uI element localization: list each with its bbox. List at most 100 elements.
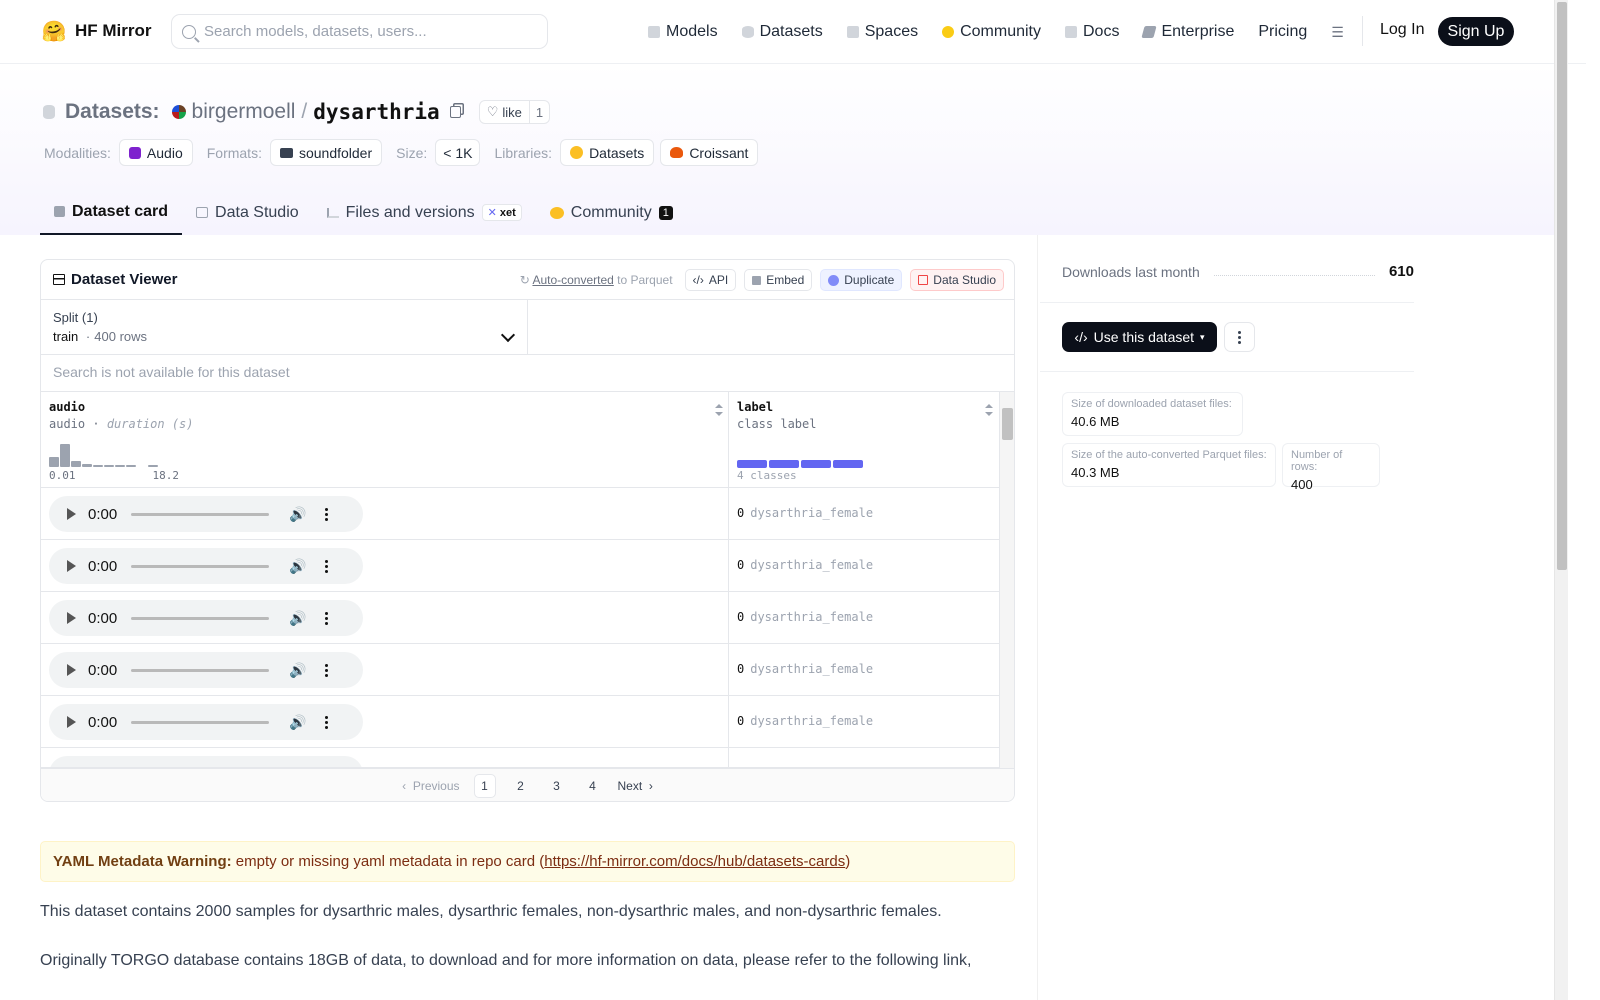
- kebab-icon[interactable]: [324, 715, 328, 729]
- play-icon[interactable]: [67, 612, 76, 624]
- audio-progress-track[interactable]: [131, 668, 270, 672]
- previous-page-button[interactable]: ‹ Previous: [402, 774, 459, 798]
- histogram-bar[interactable]: [137, 466, 147, 467]
- play-icon[interactable]: [67, 664, 76, 676]
- histogram-bar[interactable]: [71, 461, 81, 467]
- audio-progress-track[interactable]: [131, 616, 270, 620]
- histogram-bar[interactable]: [115, 465, 125, 467]
- nav-spaces[interactable]: Spaces: [846, 18, 918, 46]
- audio-player[interactable]: 0:00 🔊: [49, 496, 363, 532]
- data-studio-button[interactable]: Data Studio: [910, 269, 1004, 291]
- split-selector[interactable]: Split (1) train · 400 rows: [41, 300, 528, 355]
- nav-models[interactable]: Models: [648, 18, 718, 46]
- more-options-button[interactable]: [1224, 322, 1255, 352]
- like-button[interactable]: ♡ like 1: [478, 100, 551, 124]
- tag-croissant[interactable]: Croissant: [660, 139, 759, 166]
- tab-data-studio[interactable]: Data Studio: [182, 190, 313, 235]
- audio-player[interactable]: 0:00 🔊: [49, 548, 363, 584]
- volume-icon[interactable]: 🔊: [289, 506, 306, 523]
- volume-icon[interactable]: 🔊: [289, 610, 306, 627]
- histogram-ticks: 0.01 18.2: [49, 469, 179, 482]
- play-icon[interactable]: [67, 508, 76, 520]
- class-bar[interactable]: [801, 460, 831, 468]
- sort-icon[interactable]: [985, 404, 993, 416]
- section-label[interactable]: Datasets:: [65, 100, 160, 124]
- column-header-label[interactable]: label class label 4 classes: [729, 392, 999, 488]
- tag-datasets[interactable]: Datasets: [560, 139, 655, 166]
- audio-player[interactable]: [49, 756, 363, 767]
- column-name: audio: [49, 400, 86, 414]
- histogram-bar[interactable]: [148, 465, 158, 467]
- sort-icon[interactable]: [715, 404, 723, 416]
- histogram-bar[interactable]: [60, 444, 70, 467]
- play-icon[interactable]: [67, 560, 76, 572]
- kebab-icon[interactable]: [324, 611, 328, 625]
- nav-datasets[interactable]: Datasets: [741, 18, 823, 46]
- audio-player[interactable]: 0:00 🔊: [49, 652, 363, 688]
- like-count[interactable]: 1: [530, 105, 549, 120]
- column-header-audio[interactable]: audio audio · duration (s) 0.01 18.2: [41, 392, 729, 488]
- nav-docs[interactable]: Docs: [1065, 18, 1119, 46]
- sidebar-separator: [1040, 302, 1414, 303]
- use-dataset-button[interactable]: ‹/› Use this dataset ▾: [1062, 322, 1217, 352]
- tag-soundfolder[interactable]: soundfolder: [269, 139, 383, 166]
- page-1[interactable]: 1: [473, 774, 496, 798]
- column-type-label: audio: [49, 417, 86, 431]
- tab-files[interactable]: Files and versions ✕ xet: [313, 190, 536, 235]
- like-main[interactable]: ♡ like: [480, 101, 530, 123]
- audio-progress-track[interactable]: [131, 512, 270, 516]
- kebab-icon[interactable]: [324, 507, 328, 521]
- histogram-bar[interactable]: [82, 464, 92, 467]
- page-scrollbar-thumb[interactable]: [1557, 2, 1567, 570]
- repo-name[interactable]: dysarthria: [313, 100, 439, 124]
- audio-icon: [128, 146, 141, 159]
- page-4[interactable]: 4: [582, 774, 604, 798]
- volume-icon[interactable]: 🔊: [289, 662, 306, 679]
- kebab-icon[interactable]: [324, 559, 328, 573]
- page-2[interactable]: 2: [510, 774, 532, 798]
- copy-icon[interactable]: [449, 106, 461, 118]
- search-input[interactable]: Search models, datasets, users...: [171, 14, 548, 49]
- audio-progress-track[interactable]: [131, 720, 270, 724]
- play-icon[interactable]: [67, 716, 76, 728]
- login-link[interactable]: Log In: [1380, 21, 1424, 39]
- histogram-bar[interactable]: [93, 465, 103, 467]
- tag-size[interactable]: < 1K: [435, 139, 481, 166]
- scrollbar-thumb[interactable]: [1002, 408, 1013, 440]
- auto-converted-link[interactable]: Auto-converted: [532, 273, 613, 287]
- nav-more[interactable]: ☰: [1331, 18, 1344, 46]
- histogram-bar[interactable]: [104, 465, 114, 467]
- signup-button[interactable]: Sign Up: [1438, 17, 1514, 46]
- histogram-bar[interactable]: [126, 465, 136, 467]
- table-scrollbar[interactable]: [999, 392, 1014, 768]
- tab-community[interactable]: Community 1: [536, 190, 687, 235]
- class-bar[interactable]: [833, 460, 863, 468]
- audio-progress-track[interactable]: [131, 564, 270, 568]
- class-bar[interactable]: [769, 460, 799, 468]
- histogram-bar[interactable]: [49, 457, 59, 467]
- volume-icon[interactable]: 🔊: [289, 714, 306, 731]
- api-button[interactable]: ‹/› API: [684, 269, 737, 291]
- nav-community[interactable]: Community: [942, 18, 1041, 46]
- audio-player[interactable]: 0:00 🔊: [49, 704, 363, 740]
- repo-tabs: Dataset card Data Studio Files and versi…: [40, 190, 687, 235]
- embed-button[interactable]: Embed: [744, 269, 813, 291]
- duplicate-button[interactable]: Duplicate: [820, 269, 903, 291]
- brand-logo[interactable]: 🤗 HF Mirror: [41, 18, 152, 44]
- repo-owner[interactable]: birgermoell: [192, 100, 296, 124]
- class-bar[interactable]: [737, 460, 767, 468]
- duration-histogram: [49, 439, 158, 467]
- search-icon: [182, 24, 196, 39]
- page-scrollbar[interactable]: [1554, 0, 1568, 1000]
- tag-audio[interactable]: Audio: [118, 139, 193, 166]
- nav-pricing[interactable]: Pricing: [1258, 18, 1307, 46]
- volume-icon[interactable]: 🔊: [289, 558, 306, 575]
- nav-enterprise[interactable]: Enterprise: [1141, 18, 1234, 46]
- next-page-button[interactable]: Next ›: [618, 774, 653, 798]
- downloads-label: Downloads last month: [1062, 263, 1200, 280]
- kebab-icon[interactable]: [324, 663, 328, 677]
- page-3[interactable]: 3: [546, 774, 568, 798]
- tab-dataset-card[interactable]: Dataset card: [40, 190, 183, 235]
- audio-player[interactable]: 0:00 🔊: [49, 600, 363, 636]
- warning-link[interactable]: https://hf-mirror.com/docs/hub/datasets-…: [544, 853, 845, 870]
